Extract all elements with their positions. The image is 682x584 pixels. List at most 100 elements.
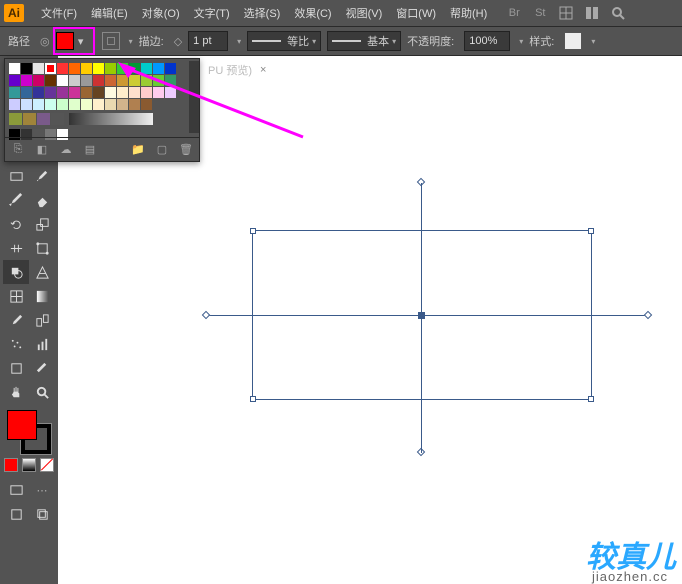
mesh-tool[interactable]	[3, 284, 29, 308]
eyedropper-tool[interactable]	[3, 308, 29, 332]
swatch[interactable]	[57, 63, 68, 74]
swatch[interactable]	[45, 99, 56, 110]
new-swatch-icon[interactable]: ▢	[155, 143, 169, 157]
swatch[interactable]	[45, 87, 56, 98]
grid-icon[interactable]	[558, 5, 574, 21]
arrange-icon[interactable]	[584, 5, 600, 21]
swatch[interactable]	[165, 75, 176, 86]
draw-behind[interactable]	[29, 502, 55, 526]
blend-tool[interactable]	[29, 308, 55, 332]
anchor-tl[interactable]	[250, 228, 256, 234]
cloud-icon[interactable]: ☁	[59, 143, 73, 157]
opacity-input[interactable]: 100%	[464, 31, 510, 51]
stroke-width-input[interactable]: 1 pt	[188, 31, 228, 51]
edit-toolbar[interactable]: ⋯	[29, 478, 55, 502]
swatch[interactable]	[33, 99, 44, 110]
swatch[interactable]	[153, 75, 164, 86]
swatch[interactable]	[33, 87, 44, 98]
swatch[interactable]	[81, 63, 92, 74]
brush-definition[interactable]: 基本▾	[327, 31, 401, 51]
menu-type[interactable]: 文字(T)	[187, 5, 237, 21]
menu-object[interactable]: 对象(O)	[135, 5, 187, 21]
swatch[interactable]	[93, 99, 104, 110]
menu-edit[interactable]: 编辑(E)	[84, 5, 135, 21]
swatch[interactable]	[93, 75, 104, 86]
new-group-icon[interactable]: 📁	[131, 143, 145, 157]
fill-swatch[interactable]: ▾	[56, 30, 92, 52]
show-icon[interactable]: ◧	[35, 143, 49, 157]
swatch[interactable]	[141, 87, 152, 98]
selected-rectangle[interactable]	[252, 230, 592, 400]
menu-window[interactable]: 窗口(W)	[389, 5, 443, 21]
menu-help[interactable]: 帮助(H)	[443, 5, 494, 21]
library-icon[interactable]: ⎘	[11, 143, 25, 157]
anchor-br[interactable]	[588, 396, 594, 402]
swatch[interactable]	[81, 75, 92, 86]
target-icon[interactable]: ◎	[40, 35, 50, 48]
artboard-tool[interactable]	[3, 356, 29, 380]
gradient-mode[interactable]	[22, 458, 36, 472]
menu-file[interactable]: 文件(F)	[34, 5, 84, 21]
fill-stroke-indicator[interactable]	[7, 410, 51, 454]
fill-dropdown[interactable]: ▾	[74, 30, 88, 52]
anchor-center[interactable]	[418, 312, 425, 319]
document-tab[interactable]: PU 预览) ×	[200, 58, 274, 82]
zoom-tool[interactable]	[29, 380, 55, 404]
swatch[interactable]	[57, 75, 68, 86]
stroke-link-icon[interactable]: ◇	[174, 35, 182, 48]
variable-width-profile[interactable]: 等比▾	[247, 31, 321, 51]
swatch[interactable]	[69, 75, 80, 86]
draw-normal[interactable]	[3, 502, 29, 526]
swatch[interactable]	[165, 87, 176, 98]
eraser-tool[interactable]	[29, 188, 55, 212]
swatch[interactable]	[9, 87, 20, 98]
style-thumbnail[interactable]	[564, 32, 582, 50]
fill-indicator[interactable]	[7, 410, 37, 440]
pencil-tool[interactable]	[3, 188, 29, 212]
swatch[interactable]	[141, 99, 152, 110]
swatch[interactable]	[141, 63, 152, 74]
swatch[interactable]	[105, 63, 116, 74]
paintbrush-tool[interactable]	[29, 164, 55, 188]
swatch[interactable]	[93, 87, 104, 98]
swatch[interactable]	[117, 75, 128, 86]
tab-close-icon[interactable]: ×	[260, 64, 266, 76]
search-icon[interactable]	[610, 5, 626, 21]
shape-builder-tool[interactable]	[3, 260, 29, 284]
options-icon[interactable]: ▤	[83, 143, 97, 157]
swatch[interactable]	[9, 63, 20, 74]
menu-view[interactable]: 视图(V)	[339, 5, 390, 21]
swatch[interactable]	[117, 63, 128, 74]
swatches-panel[interactable]: ⎘ ◧ ☁ ▤ 📁 ▢ 🗑	[4, 58, 200, 162]
swatch[interactable]	[141, 75, 152, 86]
swatch[interactable]	[33, 75, 44, 86]
swatch[interactable]	[45, 75, 56, 86]
swatch[interactable]	[21, 99, 32, 110]
swatch[interactable]	[165, 63, 176, 74]
stroke-swatch[interactable]	[102, 32, 120, 50]
swatch[interactable]	[129, 99, 140, 110]
width-tool[interactable]	[3, 236, 29, 260]
swatch[interactable]	[21, 63, 32, 74]
swatch[interactable]	[9, 99, 20, 110]
swatch[interactable]	[129, 87, 140, 98]
anchor-tr[interactable]	[588, 228, 594, 234]
swatch[interactable]	[9, 75, 20, 86]
swatch[interactable]	[105, 99, 116, 110]
scale-tool[interactable]	[29, 212, 55, 236]
slice-tool[interactable]	[29, 356, 55, 380]
gradient-tool[interactable]	[29, 284, 55, 308]
swatch[interactable]	[81, 99, 92, 110]
swatch[interactable]	[69, 63, 80, 74]
swatch-folder[interactable]	[9, 113, 22, 125]
swatch[interactable]	[153, 87, 164, 98]
swatch-folder[interactable]	[37, 113, 50, 125]
screen-mode[interactable]	[3, 478, 29, 502]
perspective-tool[interactable]	[29, 260, 55, 284]
swatch[interactable]	[105, 87, 116, 98]
swatch[interactable]	[57, 87, 68, 98]
delete-swatch-icon[interactable]: 🗑	[179, 143, 193, 157]
rectangle-tool[interactable]	[3, 164, 29, 188]
grayscale-ramp[interactable]	[69, 113, 153, 125]
swatch[interactable]	[129, 63, 140, 74]
